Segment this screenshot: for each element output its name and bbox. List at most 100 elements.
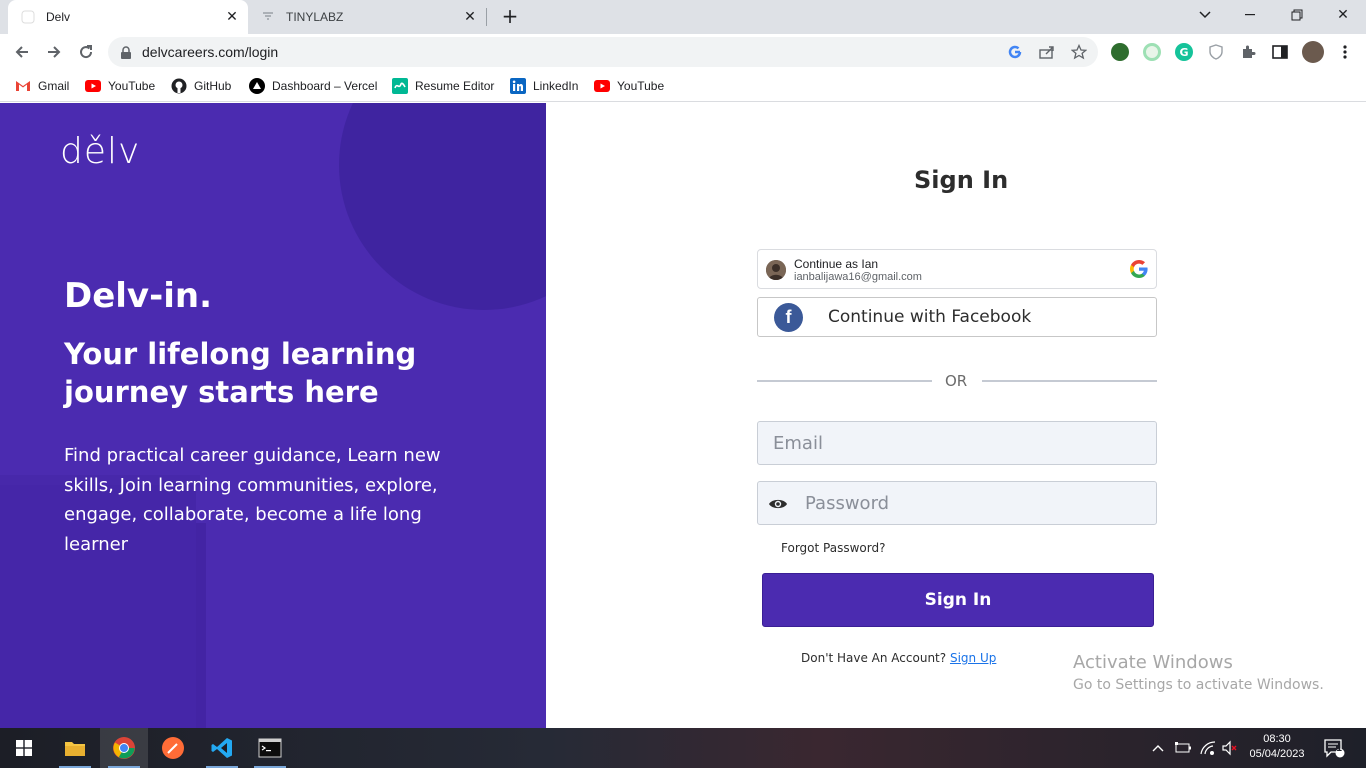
google-translate-icon[interactable] bbox=[1006, 43, 1024, 61]
email-field[interactable] bbox=[773, 422, 1143, 464]
tab-separator bbox=[486, 8, 487, 26]
extension-globe-icon[interactable] bbox=[1111, 43, 1129, 61]
facebook-icon: f bbox=[774, 303, 803, 332]
or-divider: OR bbox=[757, 371, 1157, 391]
delv-logo[interactable]: dělv bbox=[60, 131, 140, 172]
postman-icon[interactable] bbox=[149, 728, 197, 768]
windows-start-icon[interactable] bbox=[0, 728, 48, 768]
bookmark-github[interactable]: GitHub bbox=[171, 77, 231, 95]
email-field-wrapper bbox=[757, 421, 1157, 465]
notifications-icon[interactable]: 1 bbox=[1323, 728, 1345, 768]
youtube-icon bbox=[594, 78, 610, 94]
terminal-icon[interactable] bbox=[246, 728, 294, 768]
resume-editor-icon bbox=[392, 78, 408, 94]
show-password-eye-icon[interactable] bbox=[768, 496, 788, 515]
watermark-subtitle: Go to Settings to activate Windows. bbox=[1073, 677, 1324, 693]
tab-title: TINYLABZ bbox=[286, 10, 344, 24]
bookmark-resume-editor[interactable]: Resume Editor bbox=[392, 77, 494, 95]
delv-favicon-icon bbox=[20, 9, 36, 25]
more-menu-icon[interactable] bbox=[1336, 43, 1354, 61]
bookmark-vercel[interactable]: Dashboard – Vercel bbox=[249, 77, 377, 95]
bookmark-youtube[interactable]: YouTube bbox=[594, 77, 664, 95]
bookmarks-bar: Gmail YouTube GitHub Dashboard – Vercel … bbox=[0, 70, 1366, 102]
extensions-puzzle-icon[interactable] bbox=[1239, 43, 1257, 61]
tab-tinylabz[interactable]: TINYLABZ ✕ bbox=[250, 0, 486, 34]
bookmark-label: GitHub bbox=[194, 79, 232, 93]
google-account-email: ianbalijawa16@gmail.com bbox=[794, 271, 922, 283]
bookmark-label: Dashboard – Vercel bbox=[272, 79, 378, 93]
new-tab-icon[interactable]: + bbox=[499, 6, 521, 28]
clock-date: 05/04/2023 bbox=[1249, 748, 1305, 760]
hero-description: Find practical career guidance, Learn ne… bbox=[64, 445, 441, 555]
tab-title: Delv bbox=[46, 10, 71, 24]
youtube-icon bbox=[85, 78, 101, 94]
hero-headline: Delv-in. bbox=[64, 276, 212, 316]
browser-toolbar: delvcareers.com/login G bbox=[0, 34, 1366, 70]
continue-with-google-button[interactable]: Continue as Ian ianbalijawa16@gmail.com bbox=[757, 249, 1157, 289]
lock-icon[interactable] bbox=[120, 45, 132, 64]
address-bar[interactable]: delvcareers.com/login bbox=[108, 37, 1098, 67]
wifi-icon[interactable] bbox=[1199, 728, 1217, 768]
or-text: OR bbox=[945, 372, 968, 390]
avatar bbox=[766, 260, 786, 280]
bookmark-linkedin[interactable]: LinkedIn bbox=[510, 77, 578, 95]
back-icon[interactable] bbox=[9, 39, 35, 65]
watermark-title: Activate Windows bbox=[1073, 652, 1233, 673]
restore-icon[interactable] bbox=[1274, 0, 1320, 30]
forgot-password-link[interactable]: Forgot Password? bbox=[781, 541, 885, 555]
windows-taskbar: 08:30 05/04/2023 1 bbox=[0, 728, 1366, 768]
hero-subheadline: Your lifelong learning journey starts he… bbox=[64, 337, 417, 409]
tab-close-icon[interactable]: ✕ bbox=[222, 7, 242, 27]
forward-icon[interactable] bbox=[41, 39, 67, 65]
linkedin-icon bbox=[510, 78, 526, 94]
share-icon[interactable] bbox=[1038, 43, 1056, 61]
bookmark-star-icon[interactable] bbox=[1070, 43, 1088, 61]
tinylabz-favicon-icon bbox=[260, 9, 276, 25]
tab-search-icon[interactable] bbox=[1182, 0, 1228, 30]
bookmark-label: LinkedIn bbox=[533, 79, 579, 93]
bookmark-youtube[interactable]: YouTube bbox=[85, 77, 155, 95]
tab-delv[interactable]: Delv ✕ bbox=[8, 0, 248, 34]
bookmark-label: YouTube bbox=[108, 79, 156, 93]
show-hidden-icons-icon[interactable] bbox=[1151, 728, 1165, 768]
tab-strip: Delv ✕ TINYLABZ ✕ + ✕ bbox=[0, 0, 1366, 34]
shield-extension-icon[interactable] bbox=[1207, 43, 1225, 61]
notification-count: 1 bbox=[1336, 744, 1343, 754]
system-clock[interactable]: 08:30 05/04/2023 bbox=[1244, 732, 1310, 762]
password-field-wrapper bbox=[757, 481, 1157, 525]
gmail-icon bbox=[15, 78, 31, 94]
grammarly-icon[interactable]: G bbox=[1175, 43, 1193, 61]
tab-close-icon[interactable]: ✕ bbox=[460, 7, 480, 27]
file-explorer-icon[interactable] bbox=[51, 728, 99, 768]
signin-panel: Sign In Continue as Ian ianbalijawa16@gm… bbox=[546, 103, 1366, 728]
clock-time: 08:30 bbox=[1263, 733, 1291, 745]
continue-with-facebook-button[interactable]: f Continue with Facebook bbox=[757, 297, 1157, 337]
chrome-taskbar-icon[interactable] bbox=[100, 728, 148, 768]
battery-icon[interactable] bbox=[1174, 728, 1192, 768]
password-field[interactable] bbox=[805, 482, 1145, 524]
signup-prompt: Don't Have An Account? Sign Up bbox=[801, 651, 996, 665]
close-window-icon[interactable]: ✕ bbox=[1320, 0, 1366, 30]
reload-icon[interactable] bbox=[73, 39, 99, 65]
bookmark-label: Gmail bbox=[38, 79, 70, 93]
github-icon bbox=[171, 78, 187, 94]
google-account-name: Continue as Ian bbox=[794, 257, 879, 271]
vscode-icon[interactable] bbox=[198, 728, 246, 768]
google-logo-icon bbox=[1130, 260, 1148, 282]
hero-panel: dělv Delv-in. Your lifelong learning jou… bbox=[0, 103, 546, 728]
decorative-circle bbox=[339, 103, 546, 310]
bookmark-gmail[interactable]: Gmail bbox=[15, 77, 69, 95]
divider-line bbox=[982, 380, 1157, 382]
side-panel-icon[interactable] bbox=[1271, 43, 1289, 61]
sign-in-button[interactable]: Sign In bbox=[762, 573, 1154, 627]
page-title: Sign In bbox=[914, 166, 1009, 194]
profile-avatar[interactable] bbox=[1302, 41, 1324, 63]
no-account-text: Don't Have An Account? bbox=[801, 651, 947, 665]
facebook-button-label: Continue with Facebook bbox=[828, 307, 1032, 327]
activate-windows-watermark: Activate Windows Go to Settings to activ… bbox=[1073, 652, 1324, 693]
extension-circle-icon[interactable] bbox=[1143, 43, 1161, 61]
sign-up-link[interactable]: Sign Up bbox=[950, 651, 996, 665]
volume-muted-icon[interactable] bbox=[1221, 728, 1239, 768]
vercel-icon bbox=[249, 78, 265, 94]
minimize-icon[interactable] bbox=[1228, 0, 1274, 30]
